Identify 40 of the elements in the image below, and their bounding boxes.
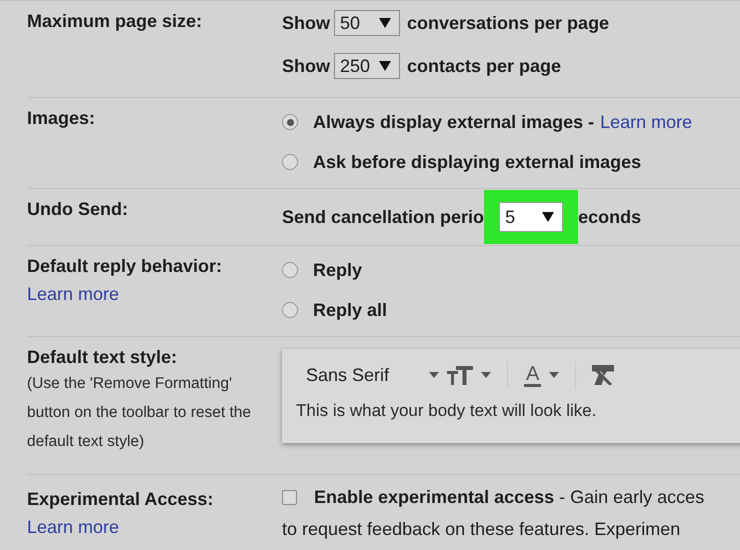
setting-label: Undo Send: — [27, 198, 129, 221]
radio-button[interactable] — [282, 262, 298, 278]
checkbox[interactable] — [282, 490, 297, 504]
radio-button[interactable] — [282, 114, 298, 130]
option-text: econds — [578, 206, 642, 228]
option-text: Show — [282, 12, 330, 34]
option-text: Reply — [313, 260, 362, 280]
radio-button[interactable] — [282, 302, 298, 318]
delay-dropdown[interactable]: 5 — [499, 202, 564, 232]
font-dropdown[interactable]: Sans Serif — [296, 364, 421, 386]
page-size-dropdown[interactable]: 50 — [334, 10, 400, 36]
radio-button[interactable] — [282, 154, 298, 170]
setting-note: (Use the 'Remove Formatting' button on the toolbar to reset the default text style) — [27, 374, 252, 452]
learn-more-link[interactable]: Learn more — [27, 511, 282, 543]
preview-text: This is what your body text will look like. — [296, 401, 598, 421]
text-size-icon[interactable] — [447, 365, 473, 385]
option-text: Ask before displaying external images — [313, 152, 642, 172]
setting-label: Maximum page size: — [27, 10, 204, 33]
option-text: conversations per page — [407, 12, 610, 34]
setting-label: Images: — [27, 107, 96, 130]
option-text: Always display external images - — [313, 112, 594, 132]
page-size-dropdown[interactable]: 250 — [334, 53, 400, 79]
caret-icon[interactable] — [549, 372, 560, 378]
setting-label: Default reply behavior: — [27, 255, 224, 278]
remove-formatting-icon[interactable] — [592, 365, 614, 385]
caret-icon[interactable] — [481, 372, 491, 378]
caret-icon — [542, 212, 554, 222]
setting-label: Default text style: — [27, 346, 178, 369]
option-text: Enable experimental access - Gain early acces — [314, 486, 704, 508]
option-text: Send cancellation perio — [282, 206, 484, 228]
caret-icon — [379, 61, 391, 71]
option-text: contacts per page — [407, 56, 562, 76]
option-text: to request feedback on these features. Experimen — [282, 518, 680, 540]
caret-icon — [379, 18, 391, 28]
option-text: Show — [282, 56, 330, 76]
learn-more-link[interactable]: Learn more — [600, 110, 692, 134]
learn-more-link[interactable]: Learn more — [27, 278, 282, 310]
setting-label: Experimental Access: — [27, 488, 214, 511]
caret-icon[interactable] — [429, 372, 439, 378]
option-text: Reply all — [313, 300, 388, 320]
